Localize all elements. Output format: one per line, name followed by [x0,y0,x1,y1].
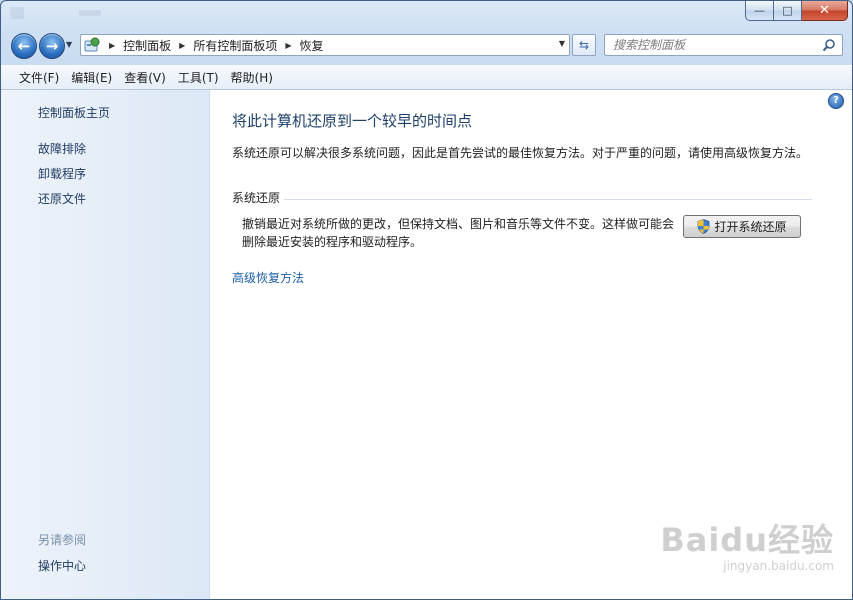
open-system-restore-button[interactable]: 打开系统还原 [683,215,801,238]
forward-button[interactable]: → [39,33,65,59]
search-icon[interactable] [822,38,836,52]
minimize-button[interactable]: — [745,1,774,21]
navigation-bar: ← → ▼ ▶ 控制面板 ▶ 所有控制面板项 ▶ 恢复 ▼ ⇆ [1,31,852,63]
baidu-jingyan-watermark: Baidu经验 jingyan.baidu.com [660,515,834,573]
refresh-button[interactable]: ⇆ [572,34,596,56]
watermark-url: jingyan.baidu.com [723,559,834,573]
menu-view[interactable]: 查看(V) [118,69,172,86]
refresh-icon: ⇆ [578,38,590,52]
menu-tools[interactable]: 工具(T) [172,69,225,86]
breadcrumb-separator-icon[interactable]: ▶ [179,41,185,50]
help-icon[interactable]: ? [828,93,844,109]
search-box[interactable] [604,34,843,56]
menu-file[interactable]: 文件(F) [13,69,65,86]
window-title [79,10,101,16]
main-content: ? 将此计算机还原到一个较早的时间点 系统还原可以解决很多系统问题，因此是首先尝… [210,90,852,599]
breadcrumb-separator-icon: ▶ [109,40,116,50]
breadcrumb-recovery[interactable]: 恢复 [300,37,324,54]
sidebar-control-panel-home[interactable]: 控制面板主页 [38,104,110,121]
back-button[interactable]: ← [11,33,37,59]
watermark-logo: Baidu经验 [660,521,834,559]
sidebar-item-uninstall[interactable]: 卸载程序 [38,165,86,182]
advanced-recovery-link[interactable]: 高级恢复方法 [232,269,304,286]
breadcrumb-separator-icon[interactable]: ▶ [285,41,291,50]
open-system-restore-label: 打开系统还原 [714,220,787,234]
breadcrumb-all-items[interactable]: 所有控制面板项 [193,37,277,54]
close-button[interactable]: ✕ [802,1,848,21]
app-icon [10,7,24,19]
sidebar-item-action-center[interactable]: 操作中心 [38,557,86,574]
divider [284,199,812,200]
address-bar[interactable]: ▶ 控制面板 ▶ 所有控制面板项 ▶ 恢复 ▼ [80,34,570,56]
page-title: 将此计算机还原到一个较早的时间点 [232,112,473,130]
sidebar-item-restore-files[interactable]: 还原文件 [38,190,86,207]
search-input[interactable] [613,38,813,52]
page-description: 系统还原可以解决很多系统问题，因此是首先尝试的最佳恢复方法。对于严重的问题，请使… [232,146,809,160]
caption-buttons: — □ ✕ [745,1,848,21]
control-panel-icon [84,37,100,52]
sidebar-item-troubleshooting[interactable]: 故障排除 [38,140,86,157]
title-bar[interactable]: — □ ✕ [1,1,852,27]
maximize-button[interactable]: □ [774,1,802,21]
breadcrumb-control-panel[interactable]: 控制面板 [123,37,171,54]
menu-bar: 文件(F) 编辑(E) 查看(V) 工具(T) 帮助(H) [1,65,852,90]
menu-edit[interactable]: 编辑(E) [65,69,118,86]
recent-pages-dropdown-icon[interactable]: ▼ [66,40,72,49]
uac-shield-icon [698,219,710,234]
system-restore-heading: 系统还原 [232,191,281,205]
sidebar: 控制面板主页 故障排除 卸载程序 还原文件 另请参阅 操作中心 [1,90,210,599]
see-also-heading: 另请参阅 [38,533,87,547]
window: — □ ✕ ← → ▼ ▶ 控制面板 ▶ 所有控制面板项 ▶ 恢复 ▼ ⇆ 搜索… [0,0,853,600]
system-restore-description: 撤销最近对系统所做的更改，但保持文档、图片和音乐等文件不变。这样做可能会删除最近… [242,217,675,249]
address-dropdown-icon[interactable]: ▼ [559,39,565,48]
menu-help[interactable]: 帮助(H) [225,69,279,86]
